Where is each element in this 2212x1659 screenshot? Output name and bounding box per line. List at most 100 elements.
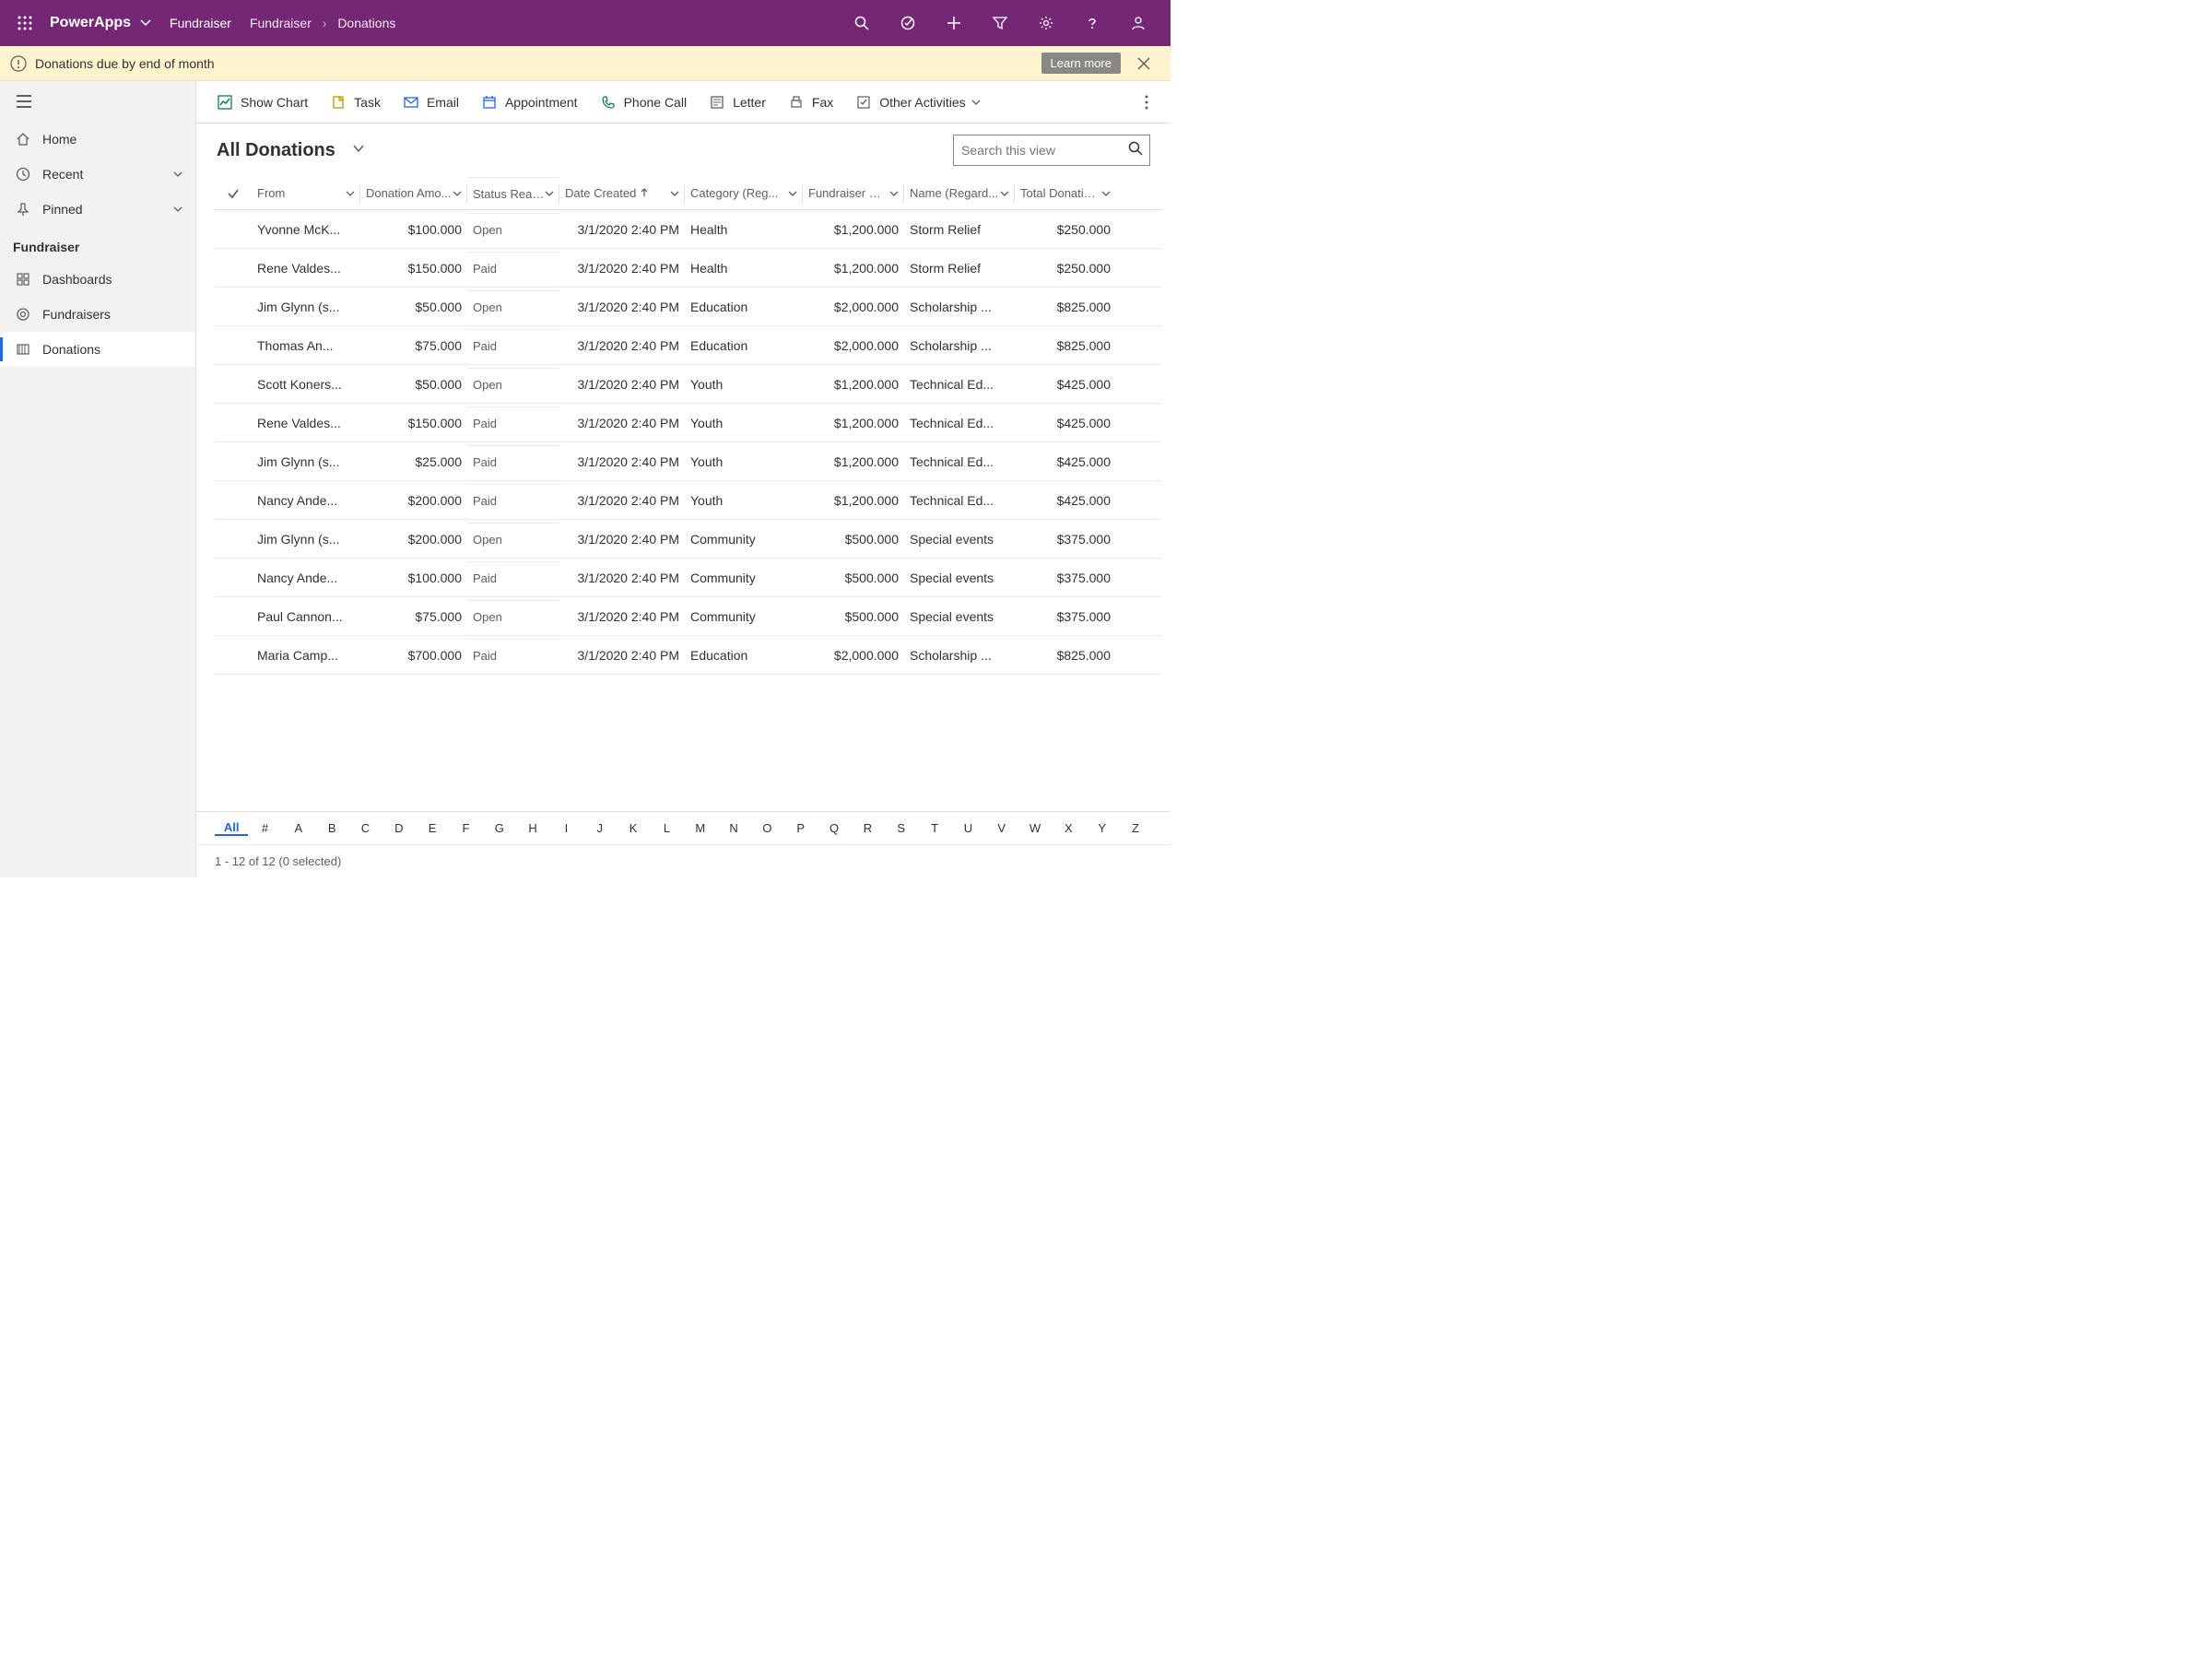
search-icon[interactable]: [1128, 141, 1143, 160]
cell-date: 3/1/2020 2:40 PM: [559, 648, 685, 663]
alpha-k[interactable]: K: [617, 821, 650, 835]
cmd-letter[interactable]: Letter: [698, 81, 777, 124]
alpha-all[interactable]: All: [215, 820, 248, 836]
add-icon[interactable]: [931, 0, 977, 46]
cell-from: Paul Cannon...: [252, 609, 360, 624]
select-all-checkbox[interactable]: [215, 187, 252, 200]
settings-icon[interactable]: [1023, 0, 1069, 46]
alpha-j[interactable]: J: [583, 821, 617, 835]
filter-icon[interactable]: [977, 0, 1023, 46]
alpha-a[interactable]: A: [282, 821, 315, 835]
alpha-h[interactable]: H: [516, 821, 549, 835]
main-content: Show ChartTaskEmailAppointmentPhone Call…: [196, 81, 1171, 877]
table-row[interactable]: Jim Glynn (s...$200.000Open3/1/2020 2:40…: [215, 520, 1161, 559]
app-title[interactable]: PowerApps: [50, 15, 131, 31]
view-selector-chevron-icon[interactable]: [352, 142, 365, 159]
cmd-phone-call[interactable]: Phone Call: [589, 81, 699, 124]
table-row[interactable]: Paul Cannon...$75.000Open3/1/2020 2:40 P…: [215, 597, 1161, 636]
cell-name: Special events: [904, 571, 1015, 585]
cell-total: $825.000: [1015, 648, 1116, 663]
alpha-#[interactable]: #: [248, 821, 281, 835]
alpha-u[interactable]: U: [951, 821, 984, 835]
alpha-g[interactable]: G: [483, 821, 516, 835]
cell-total: $425.000: [1015, 454, 1116, 469]
alpha-y[interactable]: Y: [1086, 821, 1119, 835]
alpha-b[interactable]: B: [315, 821, 348, 835]
nav-item-fundraisers[interactable]: Fundraisers: [0, 297, 195, 332]
column-header-cat[interactable]: Category (Reg...: [685, 177, 803, 210]
alpha-s[interactable]: S: [885, 821, 918, 835]
nav-item-home[interactable]: Home: [0, 122, 195, 157]
help-icon[interactable]: [1069, 0, 1115, 46]
nav-item-donations[interactable]: Donations: [0, 332, 195, 367]
alpha-x[interactable]: X: [1052, 821, 1085, 835]
alpha-o[interactable]: O: [750, 821, 783, 835]
column-header-from[interactable]: From: [252, 177, 360, 210]
cmd-appointment[interactable]: Appointment: [470, 81, 589, 124]
cmd-email[interactable]: Email: [392, 81, 470, 124]
table-row[interactable]: Rene Valdes...$150.000Paid3/1/2020 2:40 …: [215, 404, 1161, 442]
table-row[interactable]: Scott Koners...$50.000Open3/1/2020 2:40 …: [215, 365, 1161, 404]
search-input[interactable]: [961, 143, 1128, 158]
cmd-task[interactable]: Task: [319, 81, 392, 124]
alpha-t[interactable]: T: [918, 821, 951, 835]
cell-cat: Youth: [685, 493, 803, 508]
column-header-status[interactable]: Status Reason: [467, 177, 559, 210]
table-row[interactable]: Yvonne McK...$100.000Open3/1/2020 2:40 P…: [215, 210, 1161, 249]
cell-amount: $25.000: [360, 454, 467, 469]
alpha-v[interactable]: V: [985, 821, 1018, 835]
alpha-c[interactable]: C: [348, 821, 382, 835]
breadcrumb-item[interactable]: Donations: [337, 16, 395, 30]
alpha-q[interactable]: Q: [818, 821, 851, 835]
close-icon[interactable]: [1126, 46, 1161, 81]
dash-icon: [13, 272, 33, 287]
cell-status: Open: [467, 290, 559, 324]
data-grid: FromDonation Amo...Status ReasonDate Cre…: [196, 177, 1171, 811]
alpha-p[interactable]: P: [784, 821, 818, 835]
cmd-fax[interactable]: Fax: [777, 81, 844, 124]
hamburger-icon[interactable]: [0, 81, 195, 122]
alpha-w[interactable]: W: [1018, 821, 1052, 835]
app-switcher-chevron-icon[interactable]: [140, 18, 151, 29]
info-icon: [9, 54, 28, 73]
overflow-icon[interactable]: [1132, 95, 1161, 110]
cmd-label: Other Activities: [879, 95, 965, 110]
alpha-f[interactable]: F: [449, 821, 482, 835]
cmd-other-activities[interactable]: Other Activities: [844, 81, 991, 124]
table-row[interactable]: Thomas An...$75.000Paid3/1/2020 2:40 PME…: [215, 326, 1161, 365]
table-row[interactable]: Rene Valdes...$150.000Paid3/1/2020 2:40 …: [215, 249, 1161, 288]
search-box[interactable]: [953, 135, 1150, 166]
alpha-m[interactable]: M: [684, 821, 717, 835]
table-row[interactable]: Jim Glynn (s...$25.000Paid3/1/2020 2:40 …: [215, 442, 1161, 481]
alpha-l[interactable]: L: [650, 821, 683, 835]
cell-total: $425.000: [1015, 416, 1116, 430]
alpha-n[interactable]: N: [717, 821, 750, 835]
cell-total: $425.000: [1015, 377, 1116, 392]
column-header-amount[interactable]: Donation Amo...: [360, 177, 467, 210]
table-row[interactable]: Maria Camp...$700.000Paid3/1/2020 2:40 P…: [215, 636, 1161, 675]
breadcrumb-item[interactable]: Fundraiser: [250, 16, 312, 30]
cell-date: 3/1/2020 2:40 PM: [559, 300, 685, 314]
alpha-z[interactable]: Z: [1119, 821, 1152, 835]
nav-item-dashboards[interactable]: Dashboards: [0, 262, 195, 297]
alpha-d[interactable]: D: [382, 821, 416, 835]
table-row[interactable]: Nancy Ande...$200.000Paid3/1/2020 2:40 P…: [215, 481, 1161, 520]
nav-item-recent[interactable]: Recent: [0, 157, 195, 192]
task-flow-icon[interactable]: [885, 0, 931, 46]
nav-item-pinned[interactable]: Pinned: [0, 192, 195, 227]
table-row[interactable]: Jim Glynn (s...$50.000Open3/1/2020 2:40 …: [215, 288, 1161, 326]
table-row[interactable]: Nancy Ande...$100.000Paid3/1/2020 2:40 P…: [215, 559, 1161, 597]
alpha-i[interactable]: I: [549, 821, 582, 835]
app-launcher-icon[interactable]: [9, 7, 41, 39]
column-header-total[interactable]: Total Donation...: [1015, 177, 1116, 210]
learn-more-button[interactable]: Learn more: [1041, 53, 1121, 74]
user-icon[interactable]: [1115, 0, 1161, 46]
column-header-goal[interactable]: Fundraiser Go...: [803, 177, 904, 210]
column-header-name[interactable]: Name (Regard...: [904, 177, 1015, 210]
alpha-e[interactable]: E: [416, 821, 449, 835]
sitemap-name[interactable]: Fundraiser: [170, 16, 231, 30]
search-icon[interactable]: [839, 0, 885, 46]
column-header-date[interactable]: Date Created: [559, 177, 685, 210]
alpha-r[interactable]: R: [851, 821, 884, 835]
cmd-show-chart[interactable]: Show Chart: [206, 81, 319, 124]
